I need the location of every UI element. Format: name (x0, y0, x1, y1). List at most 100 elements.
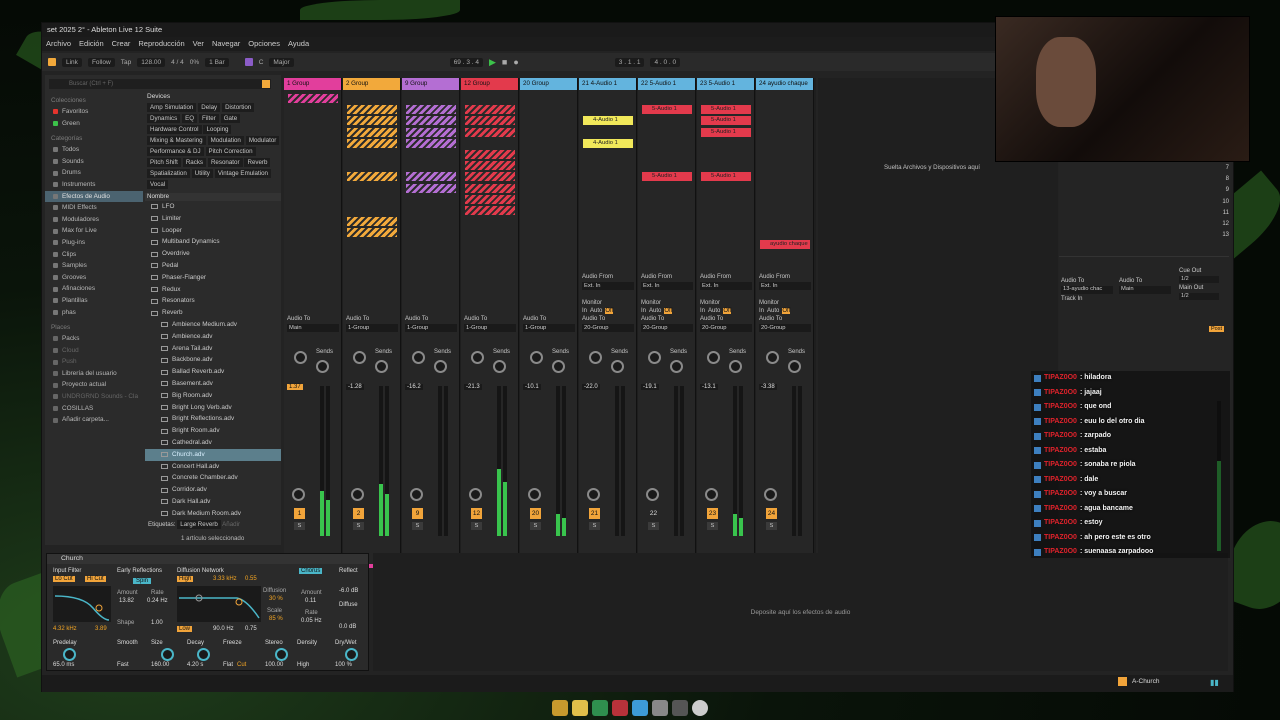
group-clip-slot[interactable] (347, 138, 397, 148)
decay-knob[interactable] (197, 648, 210, 661)
group-clip-slot[interactable] (465, 105, 515, 115)
device-tag[interactable]: Dynamics (147, 114, 181, 123)
folder-item[interactable]: Multiband Dynamics (145, 236, 281, 248)
menu-item-6[interactable]: Opciones (248, 37, 280, 51)
high-toggle[interactable]: High (177, 576, 194, 582)
place-item[interactable]: Añadir carpeta... (45, 414, 143, 426)
place-item[interactable]: Cloud (45, 345, 143, 357)
volume-value[interactable]: -22.0 (582, 384, 600, 390)
send-a-knob[interactable] (766, 351, 779, 364)
chat-username[interactable]: TIPAZ0O0 (1044, 531, 1077, 546)
track-activator[interactable]: 20 (530, 508, 541, 519)
menu-item-1[interactable]: Edición (79, 37, 104, 51)
monitor-in-button[interactable]: In (700, 308, 705, 314)
volume-value[interactable]: -13.1 (700, 384, 718, 390)
scale-select[interactable]: Major (269, 57, 294, 67)
device-tag[interactable]: Hardware Control (147, 125, 202, 134)
time-signature[interactable]: 4 / 4 (171, 59, 184, 66)
add-tag-button[interactable]: Añadir (222, 521, 240, 528)
group-clip-slot[interactable] (347, 172, 397, 182)
track-header[interactable]: 1 Group (284, 78, 341, 90)
device-tag[interactable]: Spatialization (147, 169, 190, 178)
filter-curve-display[interactable] (53, 586, 111, 622)
audio-clip[interactable]: 5-Audio 1 (701, 105, 751, 115)
pan-knob[interactable] (292, 488, 305, 501)
stereo-knob[interactable] (275, 648, 288, 661)
low-q-value[interactable]: 0.75 (245, 626, 257, 632)
device-tag[interactable]: Delay (198, 103, 221, 112)
chorus-toggle[interactable]: Chorus (299, 568, 323, 574)
diffusion-value[interactable]: 30 % (269, 596, 283, 602)
key-icon[interactable] (244, 58, 253, 66)
preset-item[interactable]: Dark Medium Room.adv (145, 508, 281, 517)
lo-cut-toggle[interactable]: Lo Cut (53, 576, 75, 582)
folder-item[interactable]: Phaser-Flanger (145, 272, 281, 284)
group-clip-slot[interactable] (465, 150, 515, 159)
drywet-knob[interactable] (345, 648, 358, 661)
solo-button[interactable]: S (530, 522, 541, 530)
category-item[interactable]: Plantillas (45, 295, 143, 307)
device-tag[interactable]: Utility (191, 169, 213, 178)
filter-freq-value[interactable]: 4.32 kHz (53, 626, 77, 632)
place-item[interactable]: Push (45, 356, 143, 368)
link-button[interactable]: Link (62, 57, 82, 67)
audio-clip[interactable]: 5-Audio 1 (701, 127, 751, 137)
group-clip-slot[interactable] (347, 105, 397, 115)
volume-value[interactable]: -16.2 (405, 384, 423, 390)
audio-from-select[interactable]: Ext. In (700, 282, 752, 290)
preset-item[interactable]: Ballad Reverb.adv (145, 366, 281, 378)
volume-value[interactable]: -19.1 (641, 384, 659, 390)
return-audio-to-select[interactable]: 13-ayudio chac (1061, 286, 1113, 294)
scene-number[interactable]: 10 (1179, 199, 1229, 210)
volume-value[interactable]: -21.3 (464, 384, 482, 390)
app-icon[interactable] (552, 700, 568, 716)
cpu-graph-icon[interactable]: ▮▮ (1210, 678, 1219, 687)
category-item[interactable]: Sounds (45, 156, 143, 168)
track-activator[interactable]: 21 (589, 508, 600, 519)
app-icon[interactable] (652, 700, 668, 716)
audio-to-select[interactable]: 1-Group (346, 324, 398, 332)
monitor-auto-button[interactable]: Auto (649, 308, 661, 314)
menu-item-0[interactable]: Archivo (46, 37, 71, 51)
preset-item[interactable]: Bright Reflections.adv (145, 413, 281, 425)
folder-item[interactable]: Overdrive (145, 248, 281, 260)
track-header[interactable]: 9 Group (402, 78, 459, 90)
track-header[interactable]: 24 ayudio chaque (756, 78, 813, 90)
app-icon[interactable] (632, 700, 648, 716)
preset-item[interactable]: Concert Hall.adv (145, 461, 281, 473)
solo-button[interactable]: S (294, 522, 305, 530)
track-header[interactable]: 22 5-Audio 1 (638, 78, 695, 90)
scene-number[interactable]: 7 (1179, 165, 1229, 176)
group-clip-slot[interactable] (406, 127, 456, 137)
chat-username[interactable]: TIPAZ0O0 (1044, 473, 1077, 488)
device-tag[interactable]: Resonator (207, 158, 243, 167)
send-b-knob[interactable] (434, 360, 447, 373)
follow-button[interactable]: Follow (87, 57, 115, 67)
group-clip-slot[interactable] (406, 183, 456, 193)
place-item[interactable]: Packs (45, 333, 143, 345)
post-button[interactable]: Post (1209, 326, 1225, 332)
app-icon[interactable] (592, 700, 608, 716)
drywet-value[interactable]: 100 % (335, 662, 352, 668)
chat-username[interactable]: TIPAZ0O0 (1044, 429, 1077, 444)
category-item[interactable]: Plug-ins (45, 237, 143, 249)
scene-number[interactable]: 12 (1179, 221, 1229, 232)
cue-out-select[interactable]: 1/2 (1179, 276, 1219, 283)
group-clip-slot[interactable] (465, 172, 515, 182)
preset-item[interactable]: Bright Room.adv (145, 425, 281, 437)
device-tag[interactable]: Pitch Correction (205, 147, 256, 156)
song-position[interactable]: 69 . 3 . 4 (449, 57, 483, 67)
group-clip-slot[interactable] (406, 172, 456, 182)
device-tag[interactable]: Pitch Shift (147, 158, 181, 167)
group-clip-slot[interactable] (347, 217, 397, 227)
device-tag[interactable]: Modulation (207, 136, 244, 145)
menu-item-2[interactable]: Crear (112, 37, 131, 51)
send-a-knob[interactable] (294, 351, 307, 364)
device-tag[interactable]: Modulator (245, 136, 280, 145)
pan-knob[interactable] (410, 488, 423, 501)
record-icon[interactable]: ● (513, 57, 518, 67)
preset-item[interactable]: Dark Hall.adv (145, 496, 281, 508)
loop-length[interactable]: 4 . 0 . 0 (650, 57, 681, 67)
category-item[interactable]: phas (45, 307, 143, 319)
freeze-value[interactable]: Flat (223, 662, 233, 668)
